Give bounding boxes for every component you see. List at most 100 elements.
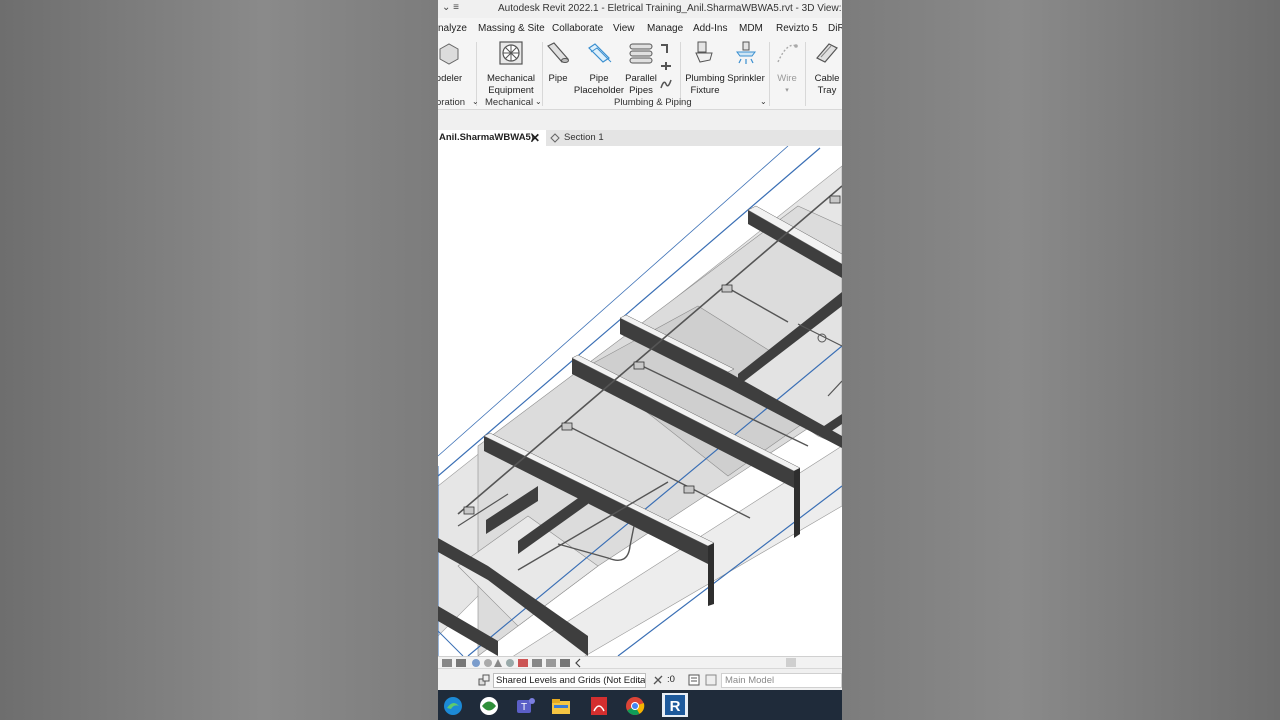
view-control-bar xyxy=(438,656,842,668)
panel-label-mechanical: Mechanical xyxy=(485,97,534,108)
tab-section-1[interactable]: Section 1 xyxy=(546,130,604,146)
panel-label-plumbing: Plumbing & Piping xyxy=(614,97,692,108)
flex-pipe-icon[interactable] xyxy=(660,78,672,90)
svg-text:T: T xyxy=(521,702,527,713)
window-title: Autodesk Revit 2022.1 - Eletrical Traini… xyxy=(498,3,842,14)
wire-dropdown-icon[interactable]: ▾ xyxy=(772,85,802,97)
active-model-value: Main Model xyxy=(725,675,775,686)
xbox-globe-icon[interactable] xyxy=(478,695,500,717)
plumbing-fixture-icon xyxy=(695,41,713,63)
design-options-icon[interactable] xyxy=(688,674,700,686)
workset-select-value: Shared Levels and Grids (Not Edita xyxy=(496,675,646,686)
junction-box[interactable] xyxy=(683,485,695,494)
building-model-3d xyxy=(438,146,842,656)
svg-text:R: R xyxy=(670,698,681,715)
ribbon-panel: odeler Mechanical Equipment Pipe Pipe Pl… xyxy=(438,38,842,110)
mechanical-equipment-button[interactable]: Mechanical Equipment xyxy=(484,40,538,97)
revit-app-icon[interactable]: R xyxy=(662,693,688,717)
cable-tray-icon xyxy=(816,43,838,63)
wire-label: Wire xyxy=(777,73,797,84)
cable-tray-button[interactable]: Cable Tray xyxy=(810,40,842,97)
modeler-button[interactable]: odeler xyxy=(438,40,464,85)
modeler-label: odeler xyxy=(438,73,463,84)
tab-3d-view-label: Anil.SharmaWBWA5) xyxy=(439,132,535,143)
panel-launcher-icon[interactable]: ⌄ xyxy=(760,97,767,106)
tab-revizto[interactable]: Revizto 5 xyxy=(776,23,818,34)
pipe-icon xyxy=(547,42,569,63)
teams-icon[interactable]: T xyxy=(514,695,536,717)
cable-tray-label-1: Cable xyxy=(814,73,840,84)
panel-divider xyxy=(769,42,770,106)
edge-browser-icon[interactable] xyxy=(442,695,464,717)
pipe-label: Pipe xyxy=(548,73,568,84)
sprinkler-icon xyxy=(736,41,756,64)
3d-view-canvas[interactable] xyxy=(438,146,842,656)
tab-mdm[interactable]: MDM xyxy=(739,23,763,34)
file-explorer-icon[interactable] xyxy=(550,695,572,717)
pdf-reader-icon[interactable] xyxy=(588,695,610,717)
exclude-options-icon[interactable] xyxy=(705,674,717,686)
background-right-blur xyxy=(842,0,1280,720)
chrome-icon[interactable] xyxy=(624,695,646,717)
tab-massing-site[interactable]: Massing & Site xyxy=(478,23,545,34)
panel-divider xyxy=(805,42,806,106)
quick-access-dropdown-icon[interactable]: ⌄ ≡ xyxy=(442,2,459,13)
mechanical-equipment-icon xyxy=(499,41,523,65)
workset-select[interactable]: Shared Levels and Grids (Not Edita ⌄ xyxy=(493,673,646,688)
background-left-blur xyxy=(0,0,438,720)
scroll-handle[interactable] xyxy=(786,658,796,667)
cable-tray-label-2: Tray xyxy=(817,85,837,96)
status-bar: Shared Levels and Grids (Not Edita ⌄ :0 … xyxy=(438,668,842,690)
panel-label-oration: oration xyxy=(438,97,466,108)
workset-icon[interactable] xyxy=(478,674,490,686)
editable-only-icon[interactable] xyxy=(652,674,664,686)
pipe-fitting-icon[interactable] xyxy=(660,42,672,54)
sprinkler-button[interactable]: Sprinkler xyxy=(726,40,766,85)
parallel-pipes-label-1: Parallel xyxy=(625,73,657,84)
revit-window: ⌄ ≡ Autodesk Revit 2022.1 - Eletrical Tr… xyxy=(438,0,842,720)
parallel-pipes-icon xyxy=(629,43,653,64)
sprinkler-label: Sprinkler xyxy=(727,73,765,84)
options-bar xyxy=(438,110,842,130)
junction-box[interactable] xyxy=(829,195,841,204)
tab-view[interactable]: View xyxy=(613,23,635,34)
junction-box[interactable] xyxy=(561,422,573,431)
windows-taskbar: T R xyxy=(438,690,842,720)
modeler-icon xyxy=(439,43,459,65)
wire-button[interactable]: Wire ▾ xyxy=(772,40,802,97)
wire-icon xyxy=(777,44,798,63)
section-view-icon xyxy=(550,133,560,143)
plumbing-fixture-label-2: Fixture xyxy=(690,85,720,96)
pipe-placeholder-icon xyxy=(588,43,612,63)
view-controls-icons[interactable] xyxy=(440,658,582,668)
chevron-down-icon: ⌄ xyxy=(636,676,643,685)
close-icon[interactable]: ✕ xyxy=(530,131,540,145)
tab-analyze[interactable]: nalyze xyxy=(438,23,467,34)
tab-dir[interactable]: DiR xyxy=(828,23,842,34)
tab-section-1-label: Section 1 xyxy=(564,132,604,143)
parallel-pipes-button[interactable]: Parallel Pipes xyxy=(624,40,658,97)
selection-count: :0 xyxy=(667,674,675,685)
plumbing-fixture-label-1: Plumbing xyxy=(685,73,725,84)
pipe-accessory-icon[interactable] xyxy=(660,60,672,72)
tab-add-ins[interactable]: Add-Ins xyxy=(693,23,727,34)
pipe-placeholder-button[interactable]: Pipe Placeholder xyxy=(573,40,625,97)
panel-launcher-icon[interactable]: ⌄ xyxy=(472,97,479,106)
junction-box[interactable] xyxy=(633,361,645,370)
mechanical-equipment-label-2: Equipment xyxy=(488,85,534,96)
tab-manage[interactable]: Manage xyxy=(647,23,683,34)
pipe-button[interactable]: Pipe xyxy=(544,40,572,85)
ribbon-tab-bar: nalyze Massing & Site Collaborate View M… xyxy=(438,18,842,38)
junction-box[interactable] xyxy=(721,284,733,293)
plumbing-fixture-button[interactable]: Plumbing Fixture xyxy=(682,40,728,97)
mechanical-equipment-label-1: Mechanical xyxy=(486,73,536,84)
active-model-field[interactable]: Main Model xyxy=(721,673,842,688)
panel-divider xyxy=(542,42,543,106)
pipe-placeholder-label-1: Pipe xyxy=(589,73,609,84)
panel-launcher-icon[interactable]: ⌄ xyxy=(535,97,542,106)
junction-box[interactable] xyxy=(463,506,475,515)
view-tab-bar: Anil.SharmaWBWA5) ✕ Section 1 xyxy=(438,130,842,146)
tab-collaborate[interactable]: Collaborate xyxy=(552,23,603,34)
title-bar: ⌄ ≡ Autodesk Revit 2022.1 - Eletrical Tr… xyxy=(438,0,842,18)
pipe-placeholder-label-2: Placeholder xyxy=(573,85,625,96)
